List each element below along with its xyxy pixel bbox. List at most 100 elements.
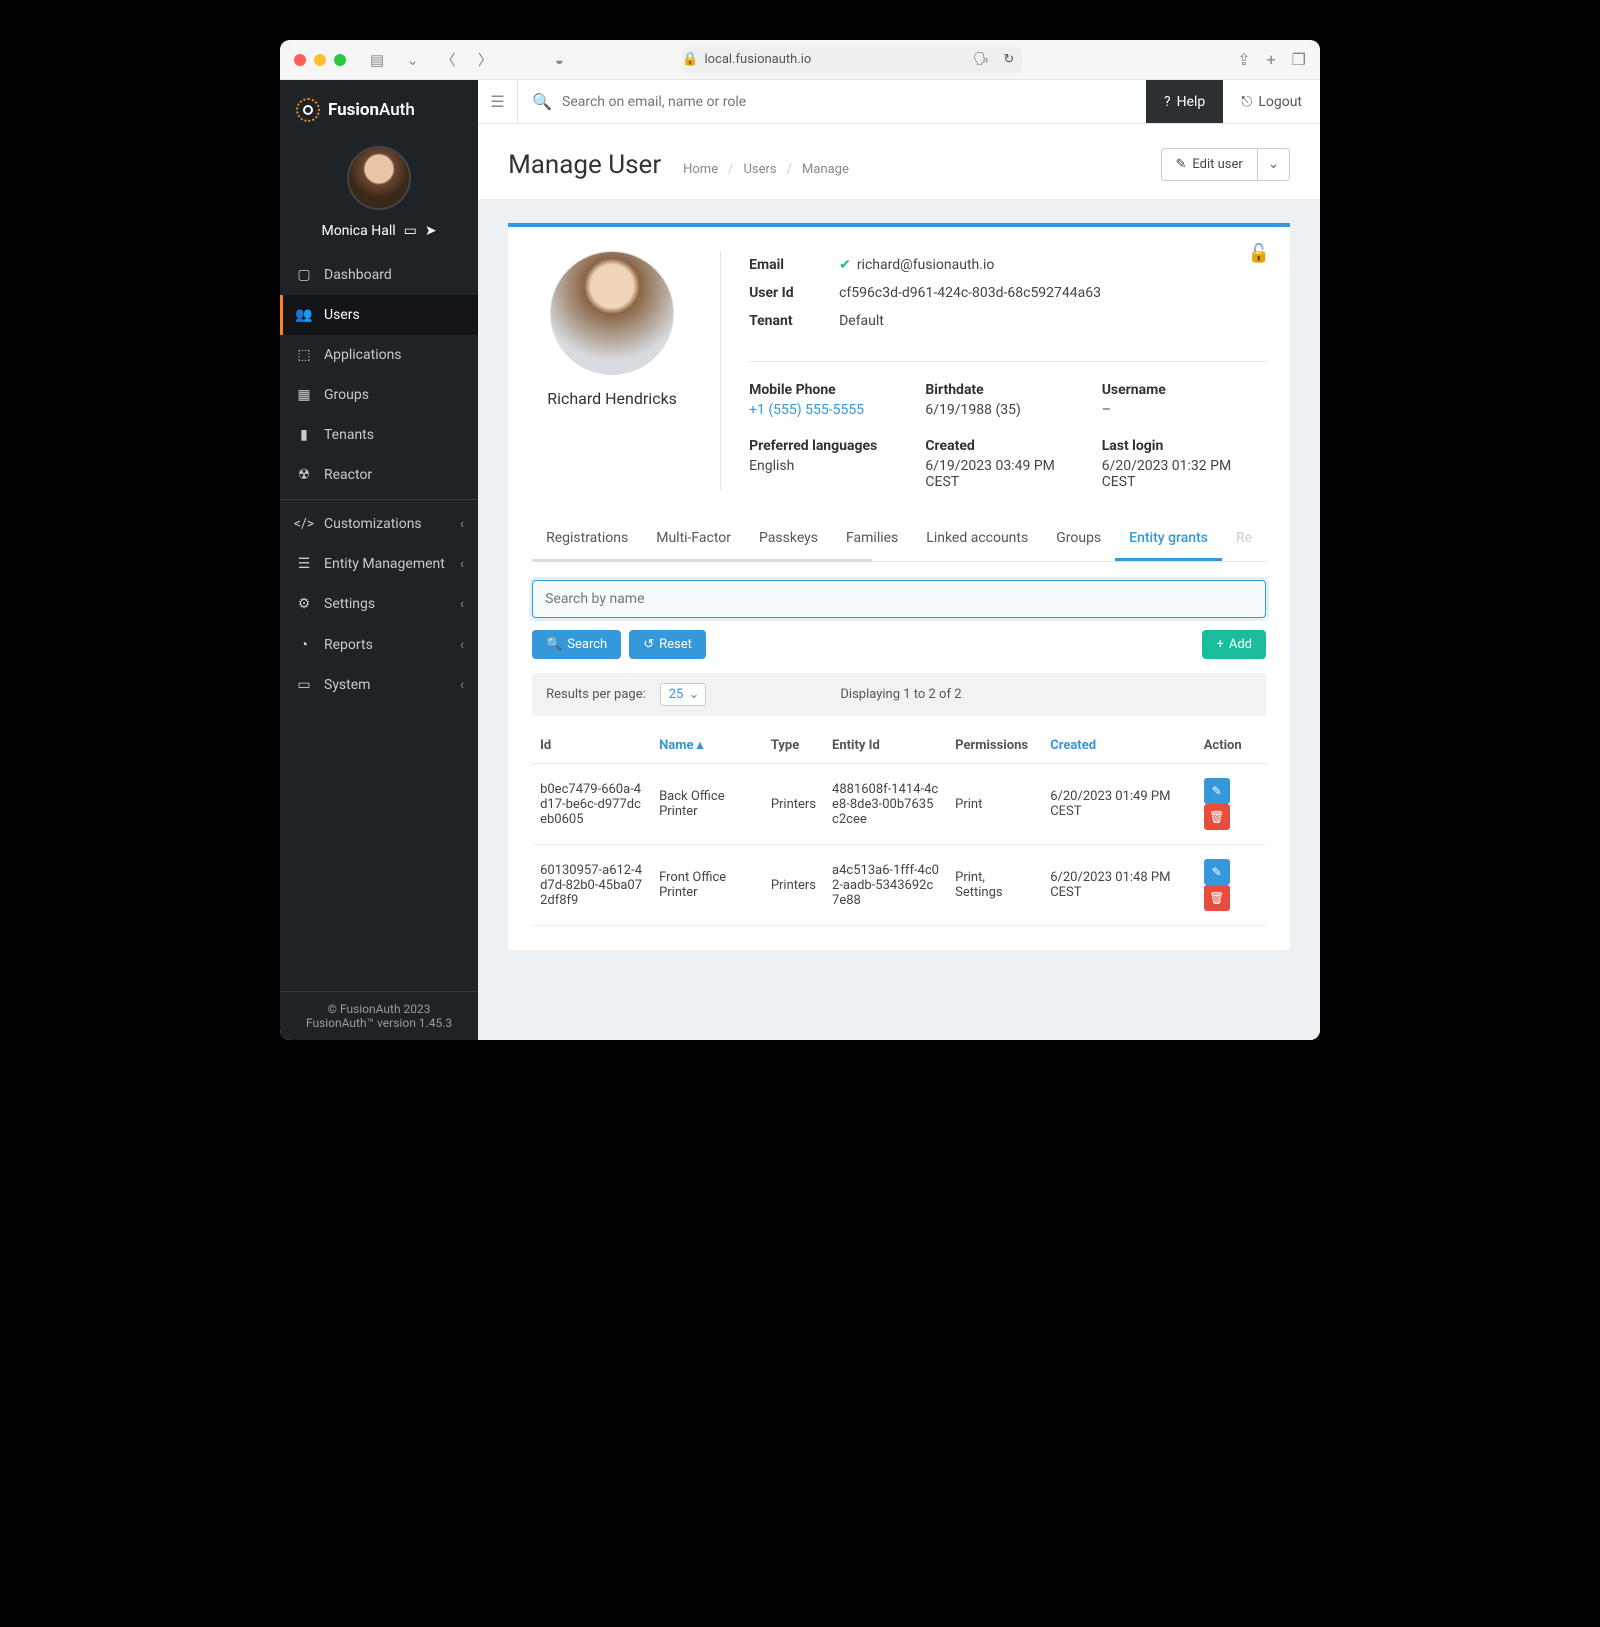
back-icon[interactable]: 〈 bbox=[435, 49, 462, 70]
cell-id: 60130957-a612-4d7d-82b0-45ba072df8f9 bbox=[532, 845, 651, 926]
shield-icon[interactable]: ◒ bbox=[549, 51, 570, 69]
unlock-icon[interactable]: 🔓 bbox=[1248, 243, 1270, 264]
user-card: 🔓 Richard Hendricks Email✔richard@fusion… bbox=[508, 223, 1290, 950]
logout-button[interactable]: ⎋Logout bbox=[1223, 80, 1320, 123]
sidebar-item-users[interactable]: 👥Users bbox=[280, 295, 478, 335]
sidebar-item-applications[interactable]: ⬚Applications bbox=[280, 335, 478, 375]
sidebar-item-groups[interactable]: ▦Groups bbox=[280, 375, 478, 415]
rpp-select[interactable]: 25 bbox=[660, 683, 707, 706]
cell-created: 6/20/2023 01:48 PM CEST bbox=[1042, 845, 1196, 926]
cell-name: Back Office Printer bbox=[651, 764, 763, 845]
cell-created: 6/20/2023 01:49 PM CEST bbox=[1042, 764, 1196, 845]
edit-user-button[interactable]: ✎Edit user bbox=[1161, 148, 1258, 181]
url-bar[interactable]: 🔒 local.fusionauth.io 🗣 ↻ bbox=[682, 47, 1022, 73]
user-tabs: Registrations Multi-Factor Passkeys Fami… bbox=[532, 518, 1266, 562]
tab-groups[interactable]: Groups bbox=[1042, 518, 1115, 561]
th-type[interactable]: Type bbox=[763, 724, 824, 764]
breadcrumb-home[interactable]: Home bbox=[683, 162, 718, 177]
breadcrumb-users[interactable]: Users bbox=[743, 162, 776, 177]
add-button[interactable]: +Add bbox=[1202, 630, 1266, 659]
sidebar-item-dashboard[interactable]: ▢Dashboard bbox=[280, 255, 478, 295]
share-icon[interactable]: ⇪ bbox=[1237, 50, 1250, 69]
reload-icon[interactable]: ↻ bbox=[1003, 52, 1022, 67]
rpp-label: Results per page: bbox=[546, 687, 646, 702]
sidebar-toggle-icon[interactable]: ▤ bbox=[364, 51, 390, 69]
cell-entity-id: 4881608f-1414-4ce8-8de3-00b7635c2cee bbox=[824, 764, 947, 845]
reset-button[interactable]: ↺Reset bbox=[629, 630, 706, 659]
sidebar-item-tenants[interactable]: ▮Tenants bbox=[280, 415, 478, 455]
label-created: Created bbox=[925, 438, 1089, 454]
maximize-window-icon[interactable] bbox=[334, 54, 346, 66]
forward-icon[interactable]: 〉 bbox=[472, 49, 499, 70]
results-bar: Results per page: 25 Displaying 1 to 2 o… bbox=[532, 673, 1266, 716]
user-email: richard@fusionauth.io bbox=[857, 257, 995, 273]
minimize-window-icon[interactable] bbox=[314, 54, 326, 66]
traffic-lights bbox=[294, 54, 346, 66]
user-mobile[interactable]: +1 (555) 555-5555 bbox=[749, 402, 913, 418]
logo-mark-icon bbox=[296, 98, 320, 122]
grants-search-input[interactable] bbox=[532, 580, 1266, 618]
edit-row-button[interactable]: ✎ bbox=[1204, 859, 1230, 885]
edit-user-dropdown[interactable]: ⌄ bbox=[1258, 148, 1290, 181]
sidebar-nav: ▢Dashboard 👥Users ⬚Applications ▦Groups … bbox=[280, 255, 478, 991]
cell-type: Printers bbox=[763, 764, 824, 845]
brand-name-a: Fusion bbox=[328, 100, 379, 120]
collapse-sidebar-button[interactable]: ☰ bbox=[478, 80, 518, 123]
tenants-icon: ▮ bbox=[296, 427, 312, 443]
tab-multifactor[interactable]: Multi-Factor bbox=[642, 518, 745, 561]
brand-logo: FusionAuth bbox=[280, 80, 478, 140]
sidebar-item-customizations[interactable]: </>Customizations bbox=[280, 504, 478, 544]
tab-entity-grants[interactable]: Entity grants bbox=[1115, 518, 1222, 561]
close-window-icon[interactable] bbox=[294, 54, 306, 66]
sidebar-item-entity-management[interactable]: ☰Entity Management bbox=[280, 544, 478, 584]
search-icon: 🔍 bbox=[532, 92, 552, 111]
sidebar-item-system[interactable]: ▭System bbox=[280, 665, 478, 705]
label-lastlogin: Last login bbox=[1102, 438, 1266, 454]
th-id[interactable]: Id bbox=[532, 724, 651, 764]
label-email: Email bbox=[749, 257, 839, 273]
tab-linked-accounts[interactable]: Linked accounts bbox=[912, 518, 1042, 561]
sidebar-item-reactor[interactable]: ☢Reactor bbox=[280, 455, 478, 495]
location-icon[interactable]: ➤ bbox=[425, 223, 437, 239]
delete-row-button[interactable]: 🗑 bbox=[1204, 804, 1230, 830]
label-tenant: Tenant bbox=[749, 313, 839, 329]
sidebar-item-reports[interactable]: ◔Reports bbox=[280, 624, 478, 665]
th-action: Action bbox=[1196, 724, 1266, 764]
global-search-input[interactable] bbox=[562, 94, 1132, 110]
sort-asc-icon: ▴ bbox=[697, 738, 704, 753]
topbar: ☰ 🔍 ?Help ⎋Logout bbox=[478, 80, 1320, 124]
edit-row-button[interactable]: ✎ bbox=[1204, 778, 1230, 804]
tabs-icon[interactable]: ❐ bbox=[1292, 50, 1306, 69]
verified-check-icon: ✔ bbox=[839, 257, 851, 273]
url-text: local.fusionauth.io bbox=[704, 52, 811, 67]
chevron-down-icon[interactable]: ⌄ bbox=[400, 51, 425, 69]
sidebar-item-settings[interactable]: ⚙Settings bbox=[280, 584, 478, 624]
translate-icon[interactable]: 🗣 bbox=[973, 52, 998, 67]
tab-registrations[interactable]: Registrations bbox=[532, 518, 642, 561]
plus-icon: + bbox=[1216, 637, 1223, 652]
th-name[interactable]: Name ▴ bbox=[651, 724, 763, 764]
undo-icon: ↺ bbox=[643, 637, 654, 652]
cell-permissions: Print bbox=[947, 764, 1042, 845]
label-username: Username bbox=[1102, 382, 1266, 398]
chart-icon: ◔ bbox=[296, 636, 312, 653]
tab-families[interactable]: Families bbox=[832, 518, 912, 561]
th-created[interactable]: Created bbox=[1042, 724, 1196, 764]
new-tab-icon[interactable]: + bbox=[1267, 50, 1276, 69]
label-languages: Preferred languages bbox=[749, 438, 913, 454]
page-header: Manage User Home/ Users/ Manage ✎Edit us… bbox=[478, 124, 1320, 199]
search-button[interactable]: 🔍Search bbox=[532, 630, 621, 659]
tab-passkeys[interactable]: Passkeys bbox=[745, 518, 832, 561]
browser-window: ▤ ⌄ 〈 〉 ◒ 🔒 local.fusionauth.io 🗣 ↻ ⇪ + … bbox=[280, 40, 1320, 1040]
th-entity-id[interactable]: Entity Id bbox=[824, 724, 947, 764]
search-icon: 🔍 bbox=[546, 637, 562, 652]
help-button[interactable]: ?Help bbox=[1146, 80, 1223, 123]
logout-icon: ⎋ bbox=[1241, 94, 1252, 110]
page-title: Manage User bbox=[508, 150, 661, 180]
chevron-down-icon: ⌄ bbox=[1268, 157, 1279, 172]
delete-row-button[interactable]: 🗑 bbox=[1204, 885, 1230, 911]
tab-more[interactable]: Re bbox=[1222, 518, 1266, 561]
id-card-icon[interactable]: ▭ bbox=[404, 223, 417, 239]
th-permissions[interactable]: Permissions bbox=[947, 724, 1042, 764]
current-user-avatar[interactable] bbox=[347, 146, 411, 210]
